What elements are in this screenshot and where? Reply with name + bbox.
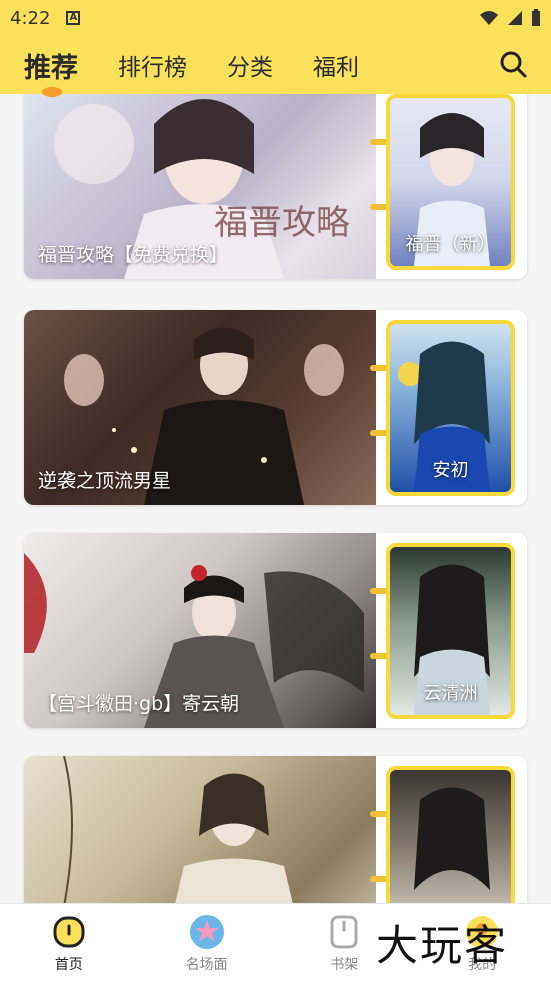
side-panel: 安初 [370,310,527,505]
banner-image[interactable]: 逆袭之顶流男星 [24,310,376,505]
thumb-title: 福晋（新） [405,234,496,255]
banner-title: 【宫斗徽田·gb】寄云朝 [38,693,240,715]
banner-image[interactable]: 福晋攻略 福晋攻略【免费兑换】 [24,94,376,279]
bookshelf-icon [330,915,358,949]
status-icons [479,9,541,27]
tab-ranking[interactable]: 排行榜 [118,48,187,82]
story-card[interactable]: 福晋攻略 福晋攻略【免费兑换】 福晋（新） [24,94,527,279]
story-card[interactable]: 逆袭之顶流男星 安初 [24,310,527,505]
search-icon[interactable] [499,50,527,78]
banner-image[interactable]: 【宫斗徽田·gb】寄云朝 [24,533,376,728]
watermark: 大玩客 [376,921,509,970]
side-panel: 云清洲 [370,533,527,728]
character-thumb[interactable]: 安初 [386,320,515,496]
star-scene-icon [189,915,224,949]
wifi-icon [480,11,498,25]
battery-icon [532,9,540,26]
character-illustration [414,787,490,890]
bottom-nav-label: 书架 [330,957,359,973]
character-thumb[interactable] [386,766,515,903]
category-tabs: 推荐 排行榜 分类 福利 [0,36,551,97]
signal-icon [508,11,522,25]
banner-illustration [63,756,293,903]
status-bar: 4:22 A [0,0,551,36]
tab-category[interactable]: 分类 [227,48,273,82]
bottom-nav-label: 名场面 [185,957,228,973]
recommend-feed[interactable]: 福晋攻略 福晋攻略【免费兑换】 福晋（新） 逆袭之顶流男星 安初 【宫斗徽田·g… [0,94,551,903]
bottom-nav-home[interactable]: 首页 [0,904,138,981]
svg-text:福晋攻略: 福晋攻略 [214,203,350,243]
tab-recommend[interactable]: 推荐 [24,46,78,97]
character-thumb[interactable]: 福晋（新） [386,94,515,270]
banner-title: 逆袭之顶流男星 [38,470,172,492]
side-panel: 福晋（新） [370,94,527,279]
bottom-nav-scenes[interactable]: 名场面 [138,904,276,981]
story-card[interactable] [24,756,527,903]
notification-badge: A [66,11,81,25]
tab-welfare[interactable]: 福利 [313,48,359,82]
thumb-title: 安初 [432,460,469,481]
top-app-bar: 4:22 A 推荐 排行榜 分类 福利 [0,0,551,97]
character-thumb[interactable]: 云清洲 [386,543,515,719]
thumb-title: 云清洲 [423,683,478,704]
status-time: 4:22 [10,7,51,29]
bottom-nav-label: 首页 [54,957,83,973]
story-card[interactable]: 【宫斗徽田·gb】寄云朝 云清洲 [24,533,527,728]
banner-title: 福晋攻略【免费兑换】 [38,244,229,266]
side-panel [370,756,527,903]
home-icon [53,916,85,948]
banner-image[interactable] [24,756,376,903]
